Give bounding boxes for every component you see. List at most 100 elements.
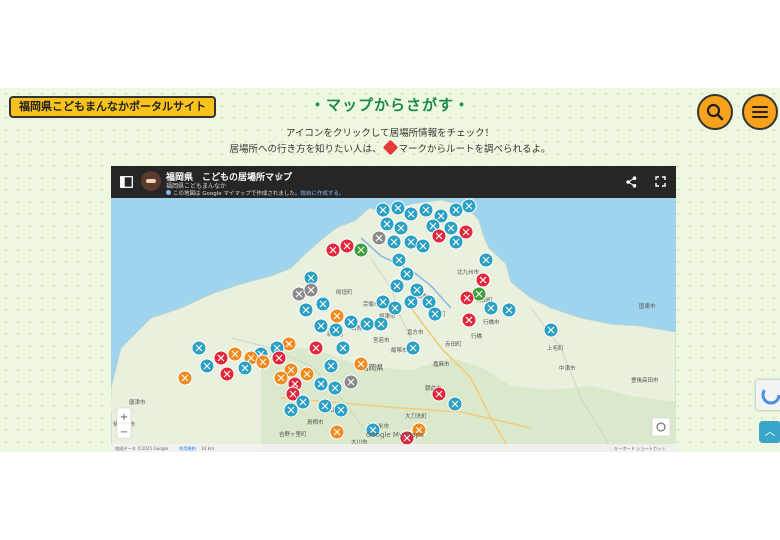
place-label: 豊後高田市 bbox=[631, 376, 659, 384]
share-icon[interactable] bbox=[626, 176, 637, 188]
place-label: 嘉麻市 bbox=[433, 360, 450, 368]
map-marker[interactable] bbox=[448, 234, 464, 250]
scroll-to-top-button[interactable]: ︿ bbox=[759, 421, 780, 443]
google-logo: Google My Maps bbox=[366, 431, 424, 439]
portal-title-badge[interactable]: 福岡県こどもまんなかポータルサイト bbox=[9, 96, 216, 118]
zoom-in-button[interactable]: + bbox=[120, 412, 128, 423]
sidebar-toggle-icon[interactable] bbox=[120, 176, 133, 188]
map-marker[interactable] bbox=[325, 242, 341, 258]
map-marker[interactable] bbox=[399, 266, 415, 282]
place-label: 行橋 bbox=[471, 332, 483, 340]
map-marker[interactable] bbox=[199, 358, 215, 374]
map-marker[interactable] bbox=[393, 220, 409, 236]
map-marker[interactable] bbox=[501, 302, 517, 318]
place-label: 岡垣町 bbox=[336, 288, 353, 296]
map-footer-terms[interactable]: 利用規約 bbox=[179, 445, 196, 452]
map-marker[interactable] bbox=[299, 366, 315, 382]
menu-button[interactable] bbox=[742, 94, 778, 130]
map-marker[interactable] bbox=[227, 346, 243, 362]
map-marker[interactable] bbox=[391, 252, 407, 268]
map-marker[interactable] bbox=[329, 424, 345, 440]
search-icon bbox=[706, 103, 724, 121]
map-marker[interactable] bbox=[335, 340, 351, 356]
map-marker[interactable] bbox=[387, 300, 403, 316]
map-marker[interactable] bbox=[403, 206, 419, 222]
map-marker[interactable] bbox=[459, 290, 475, 306]
locate-button[interactable] bbox=[651, 417, 671, 437]
map-marker[interactable] bbox=[431, 386, 447, 402]
place-label: 鳥栖市 bbox=[307, 418, 324, 426]
map-marker[interactable] bbox=[308, 340, 324, 356]
map-marker[interactable] bbox=[343, 374, 359, 390]
map-marker[interactable] bbox=[409, 282, 425, 298]
map-notice-link[interactable]: 独自に作成する。 bbox=[300, 191, 344, 197]
map-marker[interactable] bbox=[379, 216, 395, 232]
map-marker[interactable] bbox=[461, 198, 477, 214]
map-marker[interactable] bbox=[418, 202, 434, 218]
map-marker[interactable] bbox=[339, 238, 355, 254]
section-title: ・マップからさがす・ bbox=[309, 96, 470, 114]
map-marker[interactable] bbox=[315, 296, 331, 312]
map-marker[interactable] bbox=[317, 398, 333, 414]
map-marker[interactable] bbox=[390, 200, 406, 216]
map-marker[interactable] bbox=[298, 302, 314, 318]
place-label: 北九州市 bbox=[457, 268, 480, 276]
map-marker[interactable] bbox=[353, 356, 369, 372]
search-button[interactable] bbox=[697, 94, 733, 130]
map-owner-avatar bbox=[141, 171, 161, 191]
map-marker[interactable] bbox=[353, 242, 369, 258]
map-marker[interactable] bbox=[303, 282, 319, 298]
chevron-up-icon: ︿ bbox=[764, 425, 776, 438]
map-marker[interactable] bbox=[431, 228, 447, 244]
map-marker[interactable] bbox=[443, 220, 459, 236]
map-marker[interactable] bbox=[255, 354, 271, 370]
map-marker[interactable] bbox=[389, 278, 405, 294]
map-marker[interactable] bbox=[405, 340, 421, 356]
recaptcha-badge[interactable] bbox=[756, 380, 780, 410]
map-marker[interactable] bbox=[386, 234, 402, 250]
map-marker[interactable] bbox=[447, 396, 463, 412]
map-marker[interactable] bbox=[415, 238, 431, 254]
map-marker[interactable] bbox=[313, 376, 329, 392]
page: 福岡県こどもまんなかポータルサイト ・マップからさがす・ アイコンをクリックして… bbox=[0, 0, 780, 540]
map-marker[interactable] bbox=[371, 230, 387, 246]
map-marker[interactable] bbox=[177, 370, 193, 386]
recaptcha-icon bbox=[761, 385, 780, 405]
map-marker[interactable] bbox=[328, 322, 344, 338]
map-canvas[interactable]: 福岡県 岡垣町 宗像市 福津市 古賀市 新宮町 中間市 鞍手町 直方市 飯塚市 … bbox=[111, 198, 676, 452]
map-marker[interactable] bbox=[283, 402, 299, 418]
map-marker[interactable] bbox=[273, 370, 289, 386]
map-footer-right[interactable]: キーボード ショートカット bbox=[614, 445, 666, 452]
map-marker[interactable] bbox=[213, 350, 229, 366]
map-marker[interactable] bbox=[271, 350, 287, 366]
map-marker[interactable] bbox=[329, 308, 345, 324]
map-marker[interactable] bbox=[483, 300, 499, 316]
map-marker[interactable] bbox=[295, 394, 311, 410]
map-marker[interactable] bbox=[191, 340, 207, 356]
map-marker[interactable] bbox=[543, 322, 559, 338]
zoom-controls: + − bbox=[116, 407, 132, 439]
map-marker[interactable] bbox=[333, 402, 349, 418]
map-marker[interactable] bbox=[313, 318, 329, 334]
star-icon[interactable] bbox=[275, 172, 283, 180]
map-marker[interactable] bbox=[237, 360, 253, 376]
map-marker[interactable] bbox=[219, 366, 235, 382]
embedded-map[interactable]: 福岡県 こどもの居場所マップ 福岡県こどもまんなか この地図は Google マ… bbox=[111, 166, 676, 452]
place-label: 赤田町 bbox=[445, 340, 462, 348]
map-marker[interactable] bbox=[373, 316, 389, 332]
place-label: 行橋市 bbox=[483, 318, 500, 326]
map-marker[interactable] bbox=[427, 306, 443, 322]
map-marker[interactable] bbox=[323, 358, 339, 374]
map-marker[interactable] bbox=[343, 314, 359, 330]
map-marker[interactable] bbox=[478, 252, 494, 268]
map-header: 福岡県 こどもの居場所マップ 福岡県こどもまんなか この地図は Google マ… bbox=[111, 166, 676, 198]
fullscreen-icon[interactable] bbox=[655, 176, 666, 187]
map-marker[interactable] bbox=[327, 380, 343, 396]
place-label: 大刀洗町 bbox=[405, 412, 428, 420]
zoom-out-button[interactable]: − bbox=[120, 427, 128, 438]
map-marker[interactable] bbox=[475, 272, 491, 288]
map-marker[interactable] bbox=[448, 202, 464, 218]
map-marker[interactable] bbox=[375, 202, 391, 218]
map-marker[interactable] bbox=[461, 312, 477, 328]
map-marker[interactable] bbox=[359, 316, 375, 332]
